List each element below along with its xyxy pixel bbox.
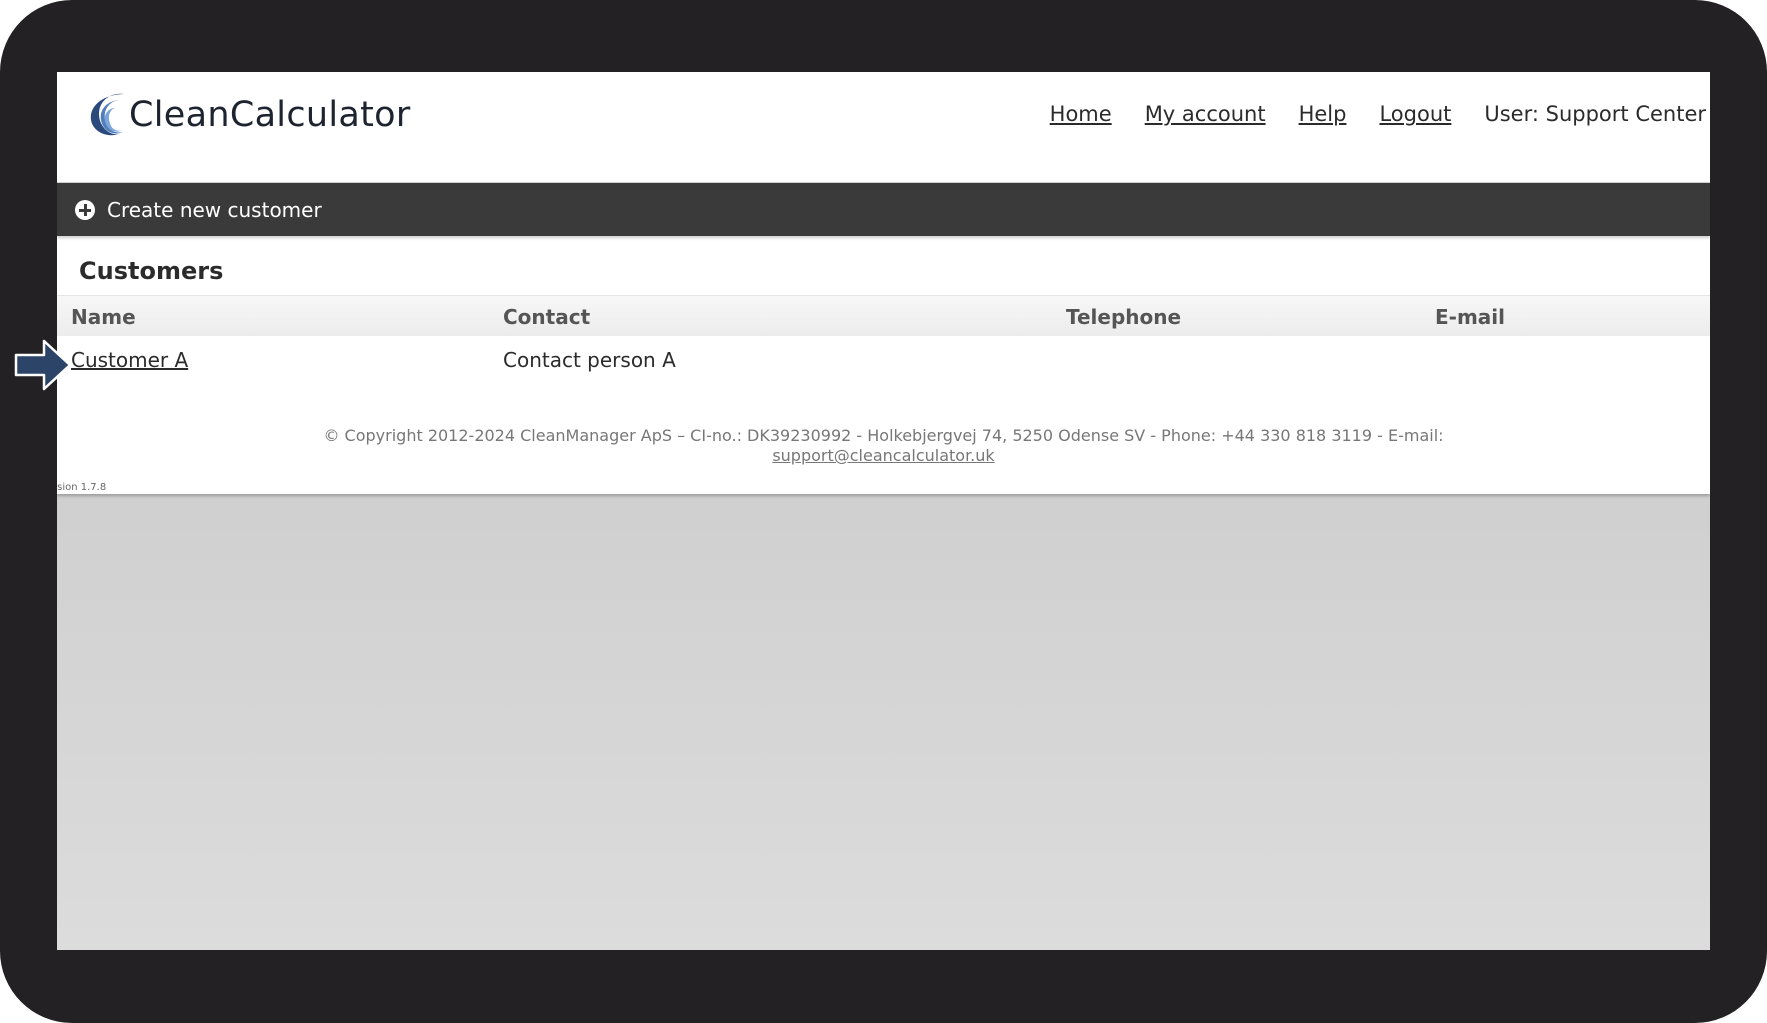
copyright-text: © Copyright 2012-2024 CleanManager ApS –…	[323, 426, 1444, 445]
column-header-telephone[interactable]: Telephone	[1066, 305, 1181, 329]
create-customer-label: Create new customer	[107, 198, 322, 222]
version-label: rsion 1.7.8	[57, 482, 107, 493]
action-bar: Create new customer	[57, 182, 1710, 236]
customer-name-cell: Customer A	[71, 348, 188, 372]
customer-contact-cell: Contact person A	[503, 348, 676, 372]
support-email-link[interactable]: support@cleancalculator.uk	[772, 446, 994, 465]
customer-name-link[interactable]: Customer A	[71, 348, 188, 372]
page-card: CleanCalculator Home My account Help Log…	[57, 72, 1710, 494]
column-header-email[interactable]: E-mail	[1435, 305, 1505, 329]
column-header-name[interactable]: Name	[71, 305, 136, 329]
current-user-label: User: Support Center	[1484, 102, 1706, 126]
page-title: Customers	[79, 257, 224, 285]
logo-text: CleanCalculator	[129, 95, 411, 135]
top-navigation: Home My account Help Logout User: Suppor…	[1050, 102, 1706, 126]
nav-home-link[interactable]: Home	[1050, 102, 1112, 126]
site-header: CleanCalculator Home My account Help Log…	[57, 72, 1710, 180]
browser-viewport: CleanCalculator Home My account Help Log…	[57, 72, 1710, 950]
nav-my-account-link[interactable]: My account	[1145, 102, 1266, 126]
wave-logo-icon	[90, 93, 125, 136]
nav-help-link[interactable]: Help	[1299, 102, 1347, 126]
nav-logout-link[interactable]: Logout	[1379, 102, 1451, 126]
column-header-contact[interactable]: Contact	[503, 305, 590, 329]
logo[interactable]: CleanCalculator	[85, 90, 411, 140]
site-footer: © Copyright 2012-2024 CleanManager ApS –…	[57, 426, 1710, 466]
table-header: Name Contact Telephone E-mail	[57, 295, 1710, 336]
table-row: Customer A Contact person A	[57, 340, 1710, 380]
create-customer-button[interactable]: Create new customer	[75, 183, 322, 237]
plus-circle-icon	[75, 200, 95, 220]
device-frame: CleanCalculator Home My account Help Log…	[0, 0, 1767, 1023]
arrow-right-icon	[14, 339, 72, 391]
